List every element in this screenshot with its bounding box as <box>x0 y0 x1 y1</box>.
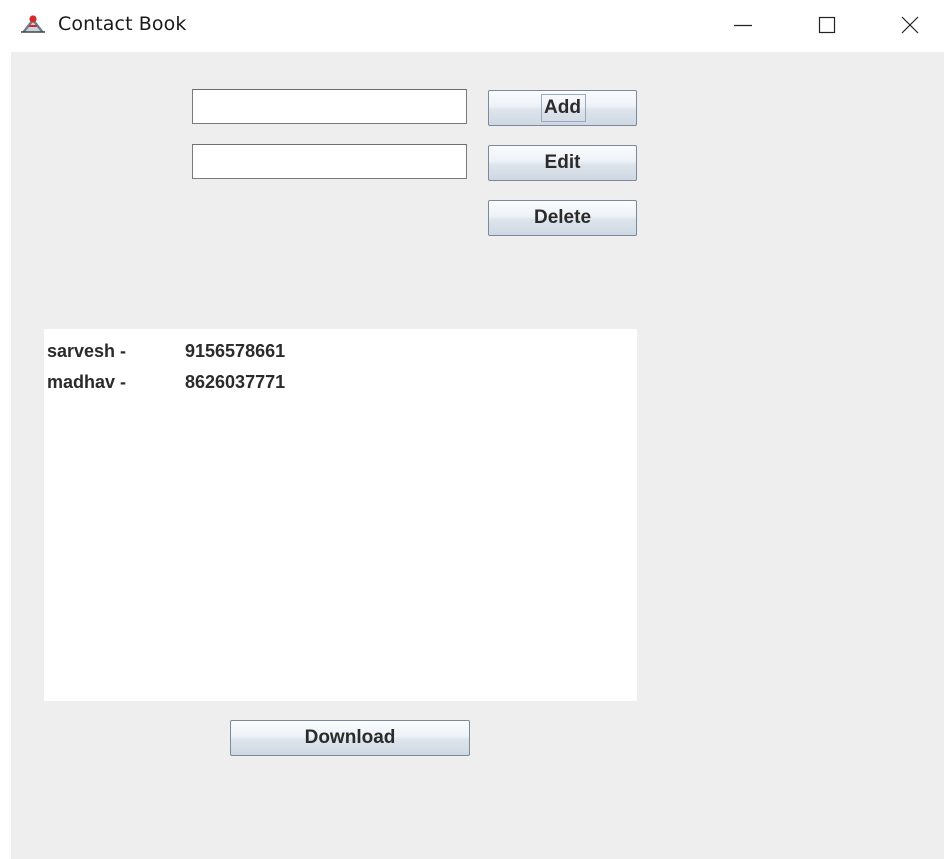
close-icon[interactable] <box>893 8 927 42</box>
phone-input[interactable] <box>192 144 467 179</box>
edit-button-label: Edit <box>544 152 581 173</box>
main-panel: Add Edit Delete sarvesh - 9156578661 mad… <box>11 52 944 859</box>
name-input[interactable] <box>192 89 467 124</box>
contact-book-window: Contact Book Add Edit Delete sarvesh - 9… <box>0 0 944 859</box>
window-title: Contact Book <box>58 13 187 35</box>
title-bar[interactable]: Contact Book <box>0 0 944 52</box>
download-button[interactable]: Download <box>230 720 470 756</box>
contact-name: madhav - <box>47 372 127 392</box>
maximize-icon[interactable] <box>810 8 844 42</box>
contact-number: 8626037771 <box>185 372 286 392</box>
minimize-icon[interactable] <box>726 8 760 42</box>
download-button-label: Download <box>304 727 396 748</box>
java-cup-icon <box>20 12 46 34</box>
contact-number: 9156578661 <box>185 341 286 361</box>
delete-button-label: Delete <box>533 207 592 228</box>
contact-name: sarvesh - <box>47 341 127 361</box>
add-button-label: Add <box>544 97 581 118</box>
contact-list[interactable]: sarvesh - 9156578661 madhav - 8626037771 <box>44 329 637 701</box>
delete-button[interactable]: Delete <box>488 200 637 236</box>
add-button[interactable]: Add <box>488 90 637 126</box>
edit-button[interactable]: Edit <box>488 145 637 181</box>
